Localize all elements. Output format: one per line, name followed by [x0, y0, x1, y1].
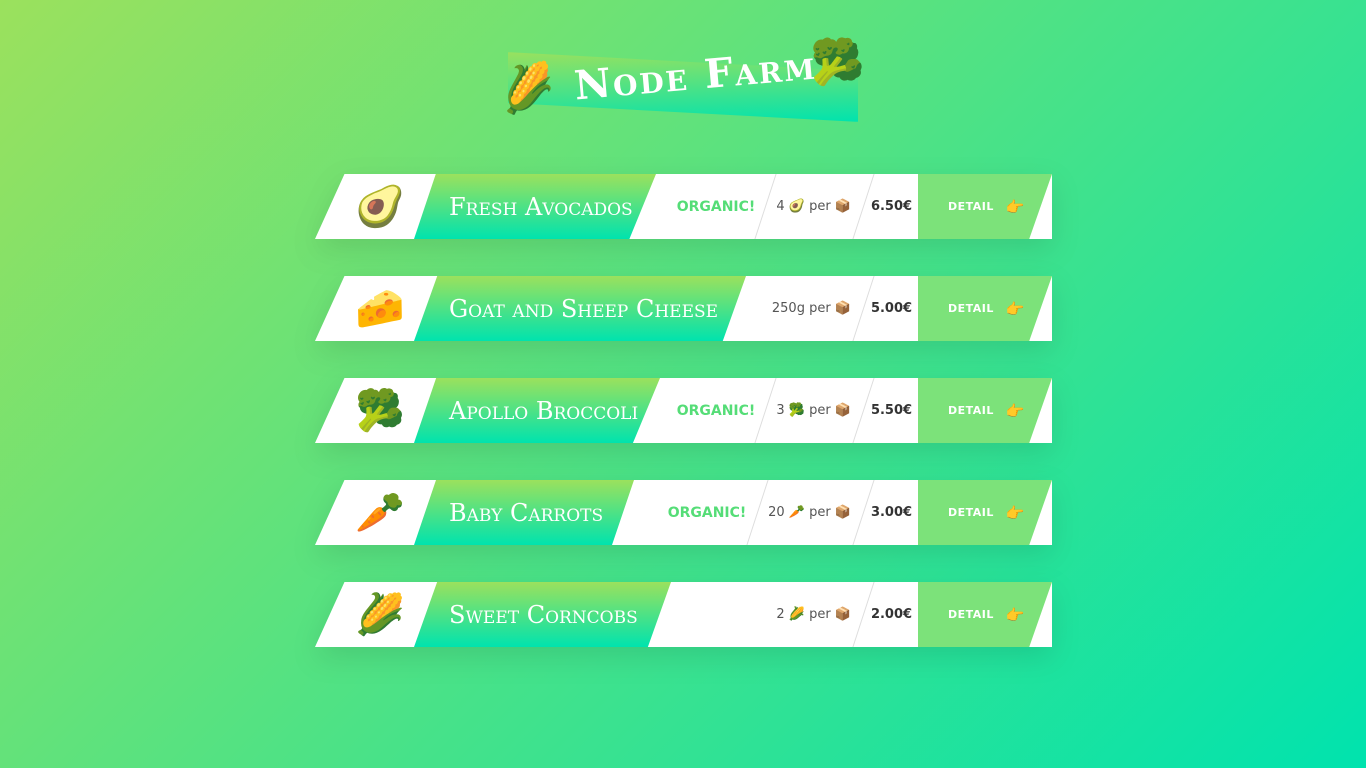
product-quantity: 250g per 📦: [771, 301, 851, 316]
detail-button[interactable]: DETAIL 👉: [918, 582, 1052, 647]
product-name: Baby Carrots: [449, 498, 604, 527]
product-card: 🌽 Sweet Corncobs 2 🌽 per 📦 2.00€ DETAIL …: [315, 582, 1052, 647]
corn-icon: 🌽: [496, 58, 559, 119]
product-quantity: 20 🥕 per 📦: [768, 505, 851, 520]
detail-label: DETAIL: [948, 404, 994, 417]
product-price: 5.00€: [870, 301, 913, 316]
detail-button[interactable]: DETAIL 👉: [918, 276, 1052, 341]
detail-button[interactable]: DETAIL 👉: [918, 378, 1052, 443]
product-list: 🥑 Fresh Avocados ORGANIC! 4 🥑 per 📦 6.50…: [315, 174, 1055, 684]
product-price: 5.50€: [870, 403, 913, 418]
detail-label: DETAIL: [948, 608, 994, 621]
pointing-hand-icon: 👉: [1005, 605, 1025, 624]
pointing-hand-icon: 👉: [1005, 299, 1025, 318]
detail-button[interactable]: DETAIL 👉: [918, 480, 1052, 545]
detail-label: DETAIL: [948, 200, 994, 213]
product-name: Sweet Corncobs: [449, 600, 638, 629]
detail-label: DETAIL: [948, 506, 994, 519]
product-card: 🥑 Fresh Avocados ORGANIC! 4 🥑 per 📦 6.50…: [315, 174, 1052, 239]
product-name: Fresh Avocados: [449, 192, 633, 221]
pointing-hand-icon: 👉: [1005, 197, 1025, 216]
detail-button[interactable]: DETAIL 👉: [918, 174, 1052, 239]
product-card: 🥕 Baby Carrots ORGANIC! 20 🥕 per 📦 3.00€…: [315, 480, 1052, 545]
pointing-hand-icon: 👉: [1005, 503, 1025, 522]
product-price: 2.00€: [870, 607, 913, 622]
product-name: Goat and Sheep Cheese: [449, 294, 719, 323]
detail-label: DETAIL: [948, 302, 994, 315]
product-quantity: 3 🥦 per 📦: [776, 403, 851, 418]
broccoli-icon: 🥦: [810, 37, 865, 88]
product-price: 6.50€: [870, 199, 913, 214]
product-card: 🧀 Goat and Sheep Cheese 250g per 📦 5.00€…: [315, 276, 1052, 341]
product-name: Apollo Broccoli: [449, 396, 639, 425]
page-header: 🌽 Node Farm 🥦: [496, 36, 870, 136]
product-quantity: 2 🌽 per 📦: [776, 607, 851, 622]
organic-badge: ORGANIC!: [676, 402, 756, 419]
organic-badge: ORGANIC!: [676, 198, 756, 215]
product-price: 3.00€: [870, 505, 913, 520]
product-quantity: 4 🥑 per 📦: [776, 199, 851, 214]
pointing-hand-icon: 👉: [1005, 401, 1025, 420]
organic-badge: ORGANIC!: [667, 504, 747, 521]
product-card: 🥦 Apollo Broccoli ORGANIC! 3 🥦 per 📦 5.5…: [315, 378, 1052, 443]
